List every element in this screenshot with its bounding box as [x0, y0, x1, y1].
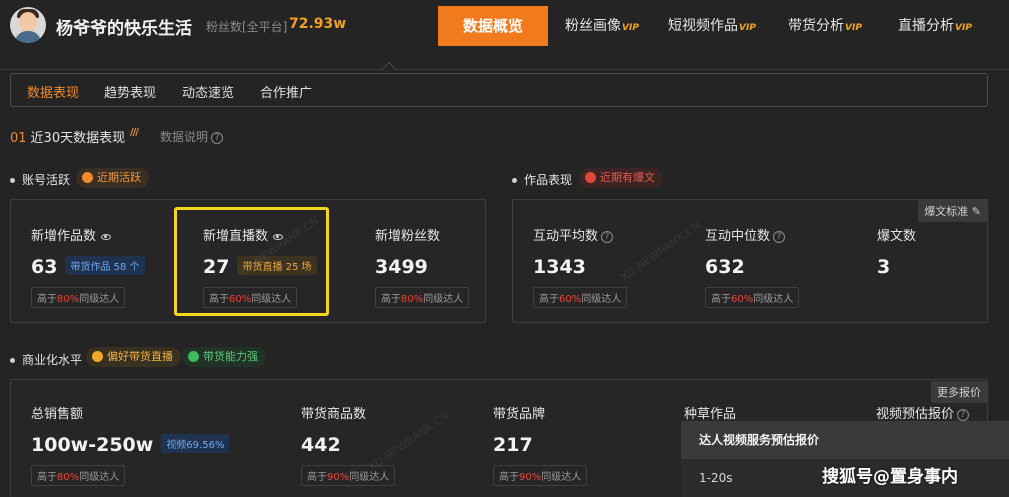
metric-avg-interaction: 互动平均数? 1343 高于60%同级达人 — [533, 225, 628, 308]
data-help-link[interactable]: 数据说明? — [160, 128, 224, 145]
video-share-badge: 视频69.56% — [161, 434, 230, 453]
avatar[interactable] — [10, 7, 46, 43]
group-label-commercial: 商业化水平 — [10, 351, 82, 368]
metric-new-works: 新增作品数 63 带货作品 58 个 高于80%同级达人 — [31, 225, 145, 308]
viral-standard-button[interactable]: 爆文标准 ✎ — [918, 200, 987, 222]
check-icon — [92, 350, 103, 362]
metric-viral-count: 爆文数 3 — [877, 229, 917, 278]
more-quotes-button[interactable]: 更多报价 — [931, 381, 987, 403]
metric-video-quote: 视频预估报价? — [876, 403, 970, 422]
fans-count-value: 72.93w — [289, 16, 347, 32]
metric-brand-count: 带货品牌 217 高于90%同级达人 — [493, 403, 588, 486]
compare-badge: 高于80%同级达人 — [31, 287, 126, 308]
tag-viral-works: 近期有爆文 — [579, 168, 663, 188]
metric-product-count: 带货商品数 442 高于90%同级达人 — [301, 403, 396, 486]
vip-badge: VIP — [622, 23, 639, 33]
nav-tab-live-analysis[interactable]: 直播分析VIP — [890, 6, 980, 46]
vip-badge: VIP — [845, 23, 862, 33]
section-title: 01 近30天数据表现 — [10, 131, 126, 146]
tag-prefers-live-sales: 偏好带货直播 — [86, 347, 181, 367]
popup-title: 达人视频服务预估报价 — [699, 433, 820, 447]
fans-count-label: 粉丝数[全平台] — [206, 20, 288, 34]
highlight-box — [174, 207, 329, 316]
metric-median-interaction: 互动中位数? 632 高于60%同级达人 — [705, 225, 800, 308]
nav-tab-sales-analysis[interactable]: 带货分析VIP — [780, 6, 870, 46]
vip-badge: VIP — [739, 23, 756, 33]
tag-strong-sales: 带货能力强 — [182, 347, 266, 367]
compare-badge: 高于80%同级达人 — [31, 465, 126, 486]
eye-icon[interactable] — [101, 233, 112, 240]
check-icon — [188, 350, 199, 362]
compare-badge: 高于60%同级达人 — [533, 287, 628, 308]
vip-badge: VIP — [955, 23, 972, 33]
header-divider — [0, 69, 1009, 70]
help-icon: ? — [211, 131, 224, 144]
title-decoration: /// — [130, 127, 139, 138]
flash-icon — [82, 171, 93, 183]
subtab-trend[interactable]: 趋势表现 — [104, 82, 156, 101]
sub-tab-bar: 数据表现 趋势表现 动态速览 合作推广 — [10, 73, 988, 107]
fire-icon — [585, 171, 596, 183]
group-label-activity: 账号活跃 — [10, 171, 70, 188]
edit-icon: ✎ — [971, 205, 981, 218]
metric-seeding-works: 种草作品 — [684, 407, 737, 422]
account-name: 杨爷爷的快乐生活 — [56, 19, 192, 39]
metric-new-fans: 新增粉丝数 3499 高于80%同级达人 — [375, 225, 470, 308]
nav-tab-overview[interactable]: 数据概览 — [438, 6, 548, 46]
subtab-activity[interactable]: 动态速览 — [182, 82, 234, 101]
nav-tab-fan-profile[interactable]: 粉丝画像VIP — [557, 6, 647, 46]
sales-works-badge: 带货作品 58 个 — [65, 256, 145, 275]
group-label-works: 作品表现 — [512, 171, 572, 188]
metric-total-sales: 总销售额 100w-250w 视频69.56% 高于80%同级达人 — [31, 403, 230, 486]
top-bar: 杨爷爷的快乐生活 粉丝数[全平台] 72.93w 数据概览 粉丝画像VIP 短视… — [0, 0, 1009, 52]
compare-badge: 高于90%同级达人 — [493, 465, 588, 486]
nav-tab-short-videos[interactable]: 短视频作品VIP — [662, 6, 762, 46]
compare-badge: 高于60%同级达人 — [705, 287, 800, 308]
tag-recent-active: 近期活跃 — [76, 168, 149, 188]
help-icon[interactable]: ? — [601, 230, 614, 243]
subtab-data-performance[interactable]: 数据表现 — [27, 82, 79, 101]
compare-badge: 高于80%同级达人 — [375, 287, 470, 308]
help-icon[interactable]: ? — [957, 408, 970, 421]
background-watermark: XD.NEWRANK.CN — [617, 218, 704, 285]
subtab-cooperation[interactable]: 合作推广 — [260, 82, 312, 101]
source-watermark: 搜狐号@置身事内 — [822, 467, 958, 487]
help-icon[interactable]: ? — [773, 230, 786, 243]
works-card: 爆文标准 ✎ 互动平均数? 1343 高于60%同级达人 互动中位数? 632 … — [512, 199, 988, 323]
